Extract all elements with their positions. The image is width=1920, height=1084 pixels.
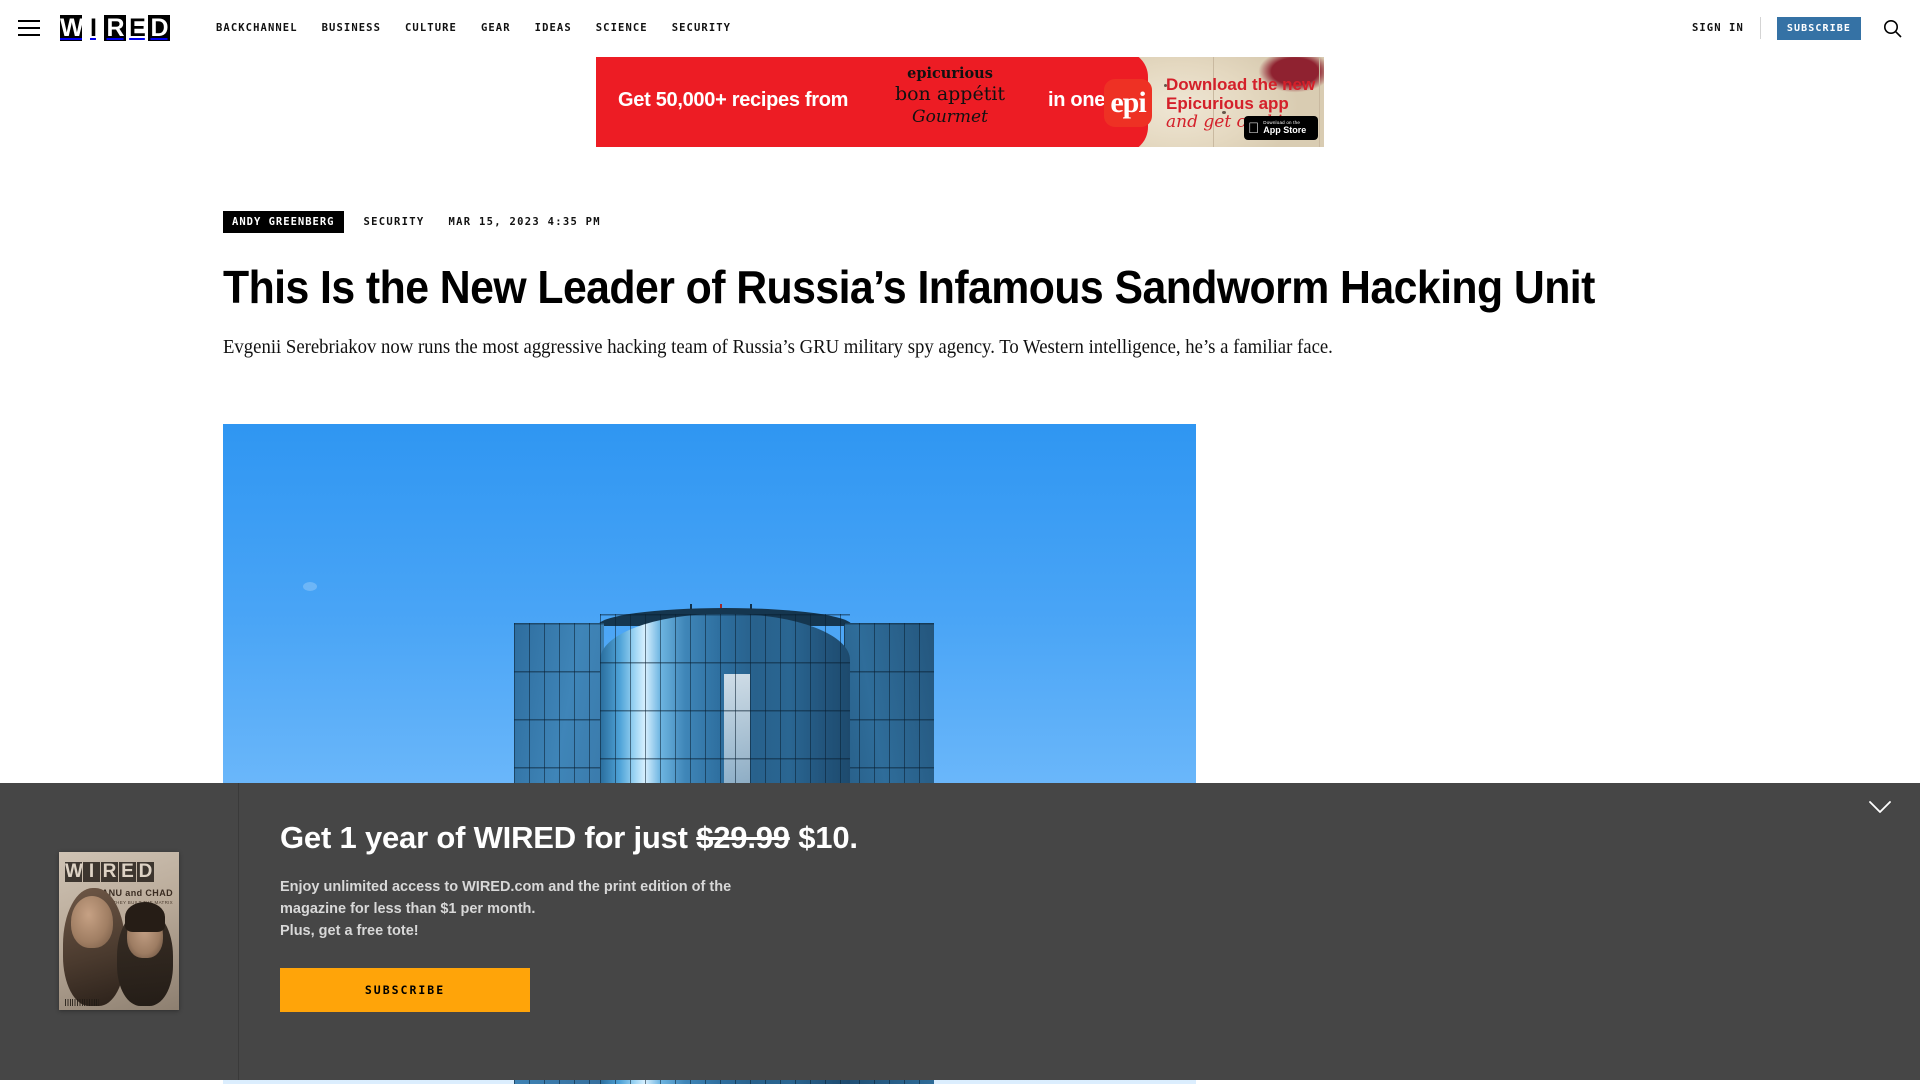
hamburger-menu-icon[interactable] [18,20,40,36]
logo-letter-w: W [60,14,84,42]
article-timestamp: MAR 15, 2023 4:35 PM [448,215,601,228]
mc-logo-letter: R [101,861,118,882]
app-store-badge[interactable]:  Download on the App Store [1244,116,1318,140]
apple-logo-icon:  [1248,121,1259,136]
ad-brand-epicurious: epicurious [907,65,993,82]
logo-letter-e: E [126,15,148,41]
header-divider [1759,17,1761,39]
ad-rule [1319,57,1320,147]
cover-portrait-right-hair [125,902,165,932]
nav-item-security[interactable]: SECURITY [672,22,731,34]
article-author[interactable]: ANDY GREENBERG [223,211,344,233]
epi-app-logo-icon: epi [1104,79,1152,127]
advertisement-region: Get 50,000+ recipes from epicurious bon … [0,57,1920,147]
article-category[interactable]: SECURITY [364,216,425,228]
app-store-big-text: App Store [1252,124,1306,135]
page-title: This Is the New Leader of Russia’s Infam… [223,261,1595,313]
nav-item-ideas[interactable]: IDEAS [535,22,572,34]
header-subscribe-button[interactable]: SUBSCRIBE [1776,16,1861,40]
ad-cta-line2: Epicurious app [1166,94,1289,114]
mc-logo-letter: W [65,861,83,882]
sky-artifact [303,582,317,591]
search-icon[interactable] [1883,19,1902,38]
site-header: W I R E D BACKCHANNEL BUSINESS CULTURE G… [0,0,1920,56]
subscription-body-line3: Plus, get a free tote! [280,923,419,940]
subscription-body-line2: magazine for less than $1 per month. [280,901,536,918]
banner-vertical-divider [238,783,239,1080]
magazine-cover-thumbnail: W I R E D KEANU and CHAD THEY BUILT THE … [59,852,179,1010]
banner-subscribe-button[interactable]: SUBSCRIBE [280,968,530,1013]
subscription-headline-prefix: Get 1 year of WIRED for just [280,820,697,855]
ad-cta-line1: Download the new [1166,75,1316,94]
mc-logo-letter: D [137,861,154,882]
mc-logo-letter: I [83,862,100,882]
hamburger-bar [18,34,40,36]
cover-portrait-left-head [71,896,113,948]
hamburger-bar [18,27,40,29]
subscription-banner-content: Get 1 year of WIRED for just $29.99 $10.… [280,820,858,1013]
subscription-body: Enjoy unlimited access to WIRED.com and … [280,876,858,942]
wired-logo[interactable]: W I R E D [60,15,170,41]
logo-letter-d: D [148,15,170,41]
mc-logo-letter: E [119,862,136,882]
ad-brand-stack: epicurious bon appétit Gourmet [860,65,1040,128]
header-actions: SIGN IN SUBSCRIBE [1692,16,1902,40]
logo-letter-r: R [104,15,126,41]
sign-in-link[interactable]: SIGN IN [1692,22,1760,34]
nav-item-backchannel[interactable]: BACKCHANNEL [216,22,298,34]
chevron-down-icon[interactable] [1860,787,1900,827]
app-store-badge-text: Download on the App Store [1252,120,1306,135]
nav-item-culture[interactable]: CULTURE [405,22,457,34]
ad-headline-left-text: Get 50,000+ recipes from [618,89,849,111]
subscription-headline: Get 1 year of WIRED for just $29.99 $10. [280,820,858,856]
logo-letter-i: I [82,15,104,41]
subscription-body-line1: Enjoy unlimited access to WIRED.com and … [280,879,732,895]
byline: ANDY GREENBERG SECURITY MAR 15, 2023 4:3… [223,211,601,233]
ad-brand-bonappetit: bon appétit [894,82,1006,105]
nav-item-gear[interactable]: GEAR [481,22,511,34]
subscription-new-price: $10. [789,820,858,855]
nav-item-business[interactable]: BUSINESS [322,22,381,34]
hamburger-bar [18,20,40,22]
ad-brand-gourmet: Gourmet [912,107,988,128]
nav-item-science[interactable]: SCIENCE [596,22,648,34]
magazine-barcode [65,999,99,1006]
subscription-old-price: $29.99 [696,820,790,855]
magazine-cover-logo: W I R E D [65,862,154,882]
article-dek: Evgenii Serebriakov now runs the most ag… [223,337,1333,358]
primary-nav: BACKCHANNEL BUSINESS CULTURE GEAR IDEAS … [216,22,731,34]
epicurious-ad-banner[interactable]: Get 50,000+ recipes from epicurious bon … [596,57,1324,147]
